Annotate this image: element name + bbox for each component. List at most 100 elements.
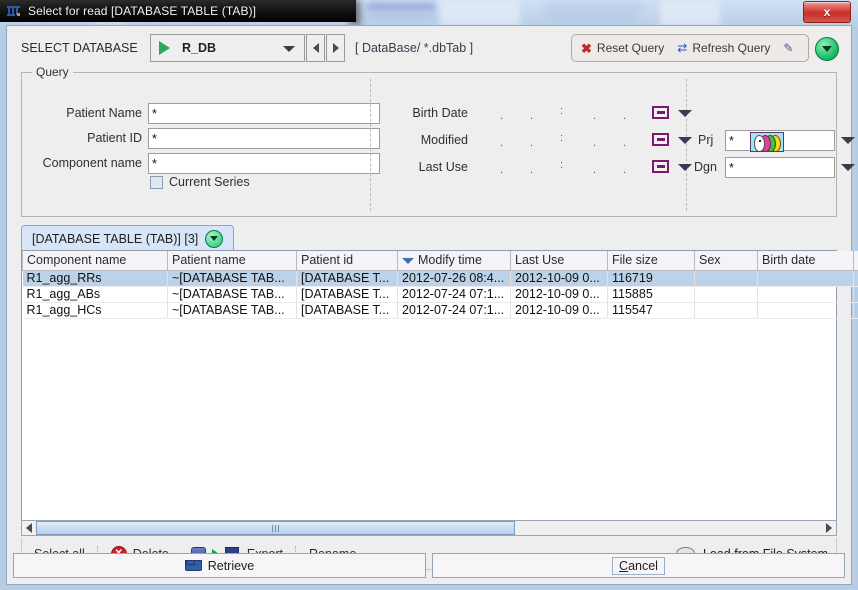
date-sep: .	[593, 110, 597, 122]
select-database-label: SELECT DATABASE	[21, 41, 138, 55]
query-menu-button[interactable]	[815, 37, 839, 61]
date-picker-icon[interactable]	[652, 160, 669, 173]
face-shape	[754, 135, 765, 151]
sort-descending-icon	[402, 257, 414, 264]
chevron-down-icon[interactable]	[841, 137, 855, 144]
date-sep: :	[560, 105, 564, 117]
query-group-title: Query	[32, 65, 73, 79]
checkbox-box-icon	[150, 175, 163, 189]
scrollbar-thumb[interactable]	[36, 521, 516, 535]
grid-head: Component name Patient name Patient id M…	[22, 251, 858, 271]
modified-row: Modified . . : . .	[378, 130, 692, 152]
scrollbar-track[interactable]	[36, 521, 822, 535]
chevron-down-icon[interactable]	[678, 137, 692, 144]
tab-strip: [DATABASE TABLE (TAB)] [3]	[21, 225, 837, 251]
header-label: File size	[612, 253, 658, 268]
cell-sex	[694, 270, 758, 287]
chevron-down-icon[interactable]	[678, 164, 692, 171]
table-row[interactable]: R1_agg_HCs ~[DATABASE TAB... [DATABASE T…	[22, 302, 858, 319]
date-sep: .	[593, 164, 597, 176]
last-use-row: Last Use . . : . .	[378, 157, 692, 179]
refresh-icon: ⇄	[677, 41, 688, 55]
date-picker-icon[interactable]	[652, 106, 669, 119]
cell-sex	[694, 302, 758, 319]
cell-size: 0.0	[853, 302, 858, 319]
table-row[interactable]: R1_agg_ABs ~[DATABASE TAB... [DATABASE T…	[22, 286, 858, 303]
column-header-modify-time[interactable]: Modify time	[397, 251, 511, 271]
green-dropdown-icon[interactable]	[205, 229, 224, 248]
cell-patient-id: [DATABASE T...	[296, 270, 398, 287]
play-icon	[159, 41, 170, 55]
column-header-patient-id[interactable]: Patient id	[296, 251, 398, 271]
grid-body: R1_agg_RRs ~[DATABASE TAB... [DATABASE T…	[22, 270, 858, 319]
table-row[interactable]: R1_agg_RRs ~[DATABASE TAB... [DATABASE T…	[22, 270, 858, 287]
database-combobox[interactable]: R_DB	[150, 34, 305, 62]
cell-component-name: R1_agg_RRs	[22, 270, 168, 287]
dgn-input[interactable]	[725, 157, 835, 178]
cell-component-name: R1_agg_HCs	[22, 302, 168, 319]
database-path-text: [ DataBase/ *.dbTab ]	[355, 41, 474, 55]
cell-birth-date	[757, 286, 854, 303]
column-header-last-use[interactable]: Last Use	[510, 251, 608, 271]
color-faces-icon[interactable]	[750, 132, 784, 152]
cancel-button[interactable]: Cancel	[432, 553, 845, 578]
component-name-input[interactable]	[148, 153, 380, 174]
close-button[interactable]: x	[803, 1, 851, 23]
refresh-query-button[interactable]: ⇄ Refresh Query	[677, 41, 770, 55]
dialog-panel: SELECT DATABASE R_DB [ DataBase/ *.dbTab…	[6, 25, 858, 585]
patient-name-label: Patient Name	[66, 106, 142, 120]
cell-last-use: 2012-10-09 0...	[510, 270, 608, 287]
date-picker-icon[interactable]	[652, 133, 669, 146]
cell-size: 0.0	[853, 270, 858, 287]
chevron-down-icon[interactable]	[678, 110, 692, 117]
current-series-checkbox[interactable]: Current Series	[150, 175, 250, 189]
cell-file-size: 115885	[607, 286, 695, 303]
app-glyph-icon	[6, 4, 22, 18]
retrieve-button[interactable]: Retrieve	[13, 553, 426, 578]
query-divider-1	[370, 79, 371, 211]
x-icon: ✖	[581, 40, 592, 56]
results-grid: Component name Patient name Patient id M…	[22, 251, 858, 319]
patient-id-label: Patient ID	[87, 131, 142, 145]
results-table[interactable]: Component name Patient name Patient id M…	[21, 250, 858, 536]
close-icon: x	[823, 5, 831, 19]
date-sep: .	[530, 164, 534, 176]
next-database-button[interactable]	[326, 34, 345, 62]
cell-patient-id: [DATABASE T...	[296, 302, 398, 319]
scroll-left-icon[interactable]	[22, 521, 36, 535]
date-sep: .	[623, 137, 627, 149]
horizontal-scrollbar[interactable]	[21, 520, 837, 536]
tab-database-table[interactable]: [DATABASE TABLE (TAB)] [3]	[21, 225, 235, 251]
query-actions-toolbar: ✖ Reset Query ⇄ Refresh Query ✎	[571, 34, 809, 62]
scroll-right-icon[interactable]	[822, 521, 836, 535]
column-header-component-name[interactable]: Component name	[22, 251, 168, 271]
header-label: Patient name	[172, 253, 246, 268]
column-header-sex[interactable]: Sex	[694, 251, 758, 271]
previous-database-button[interactable]	[306, 34, 325, 62]
query-divider-2	[686, 79, 687, 211]
cell-patient-id: [DATABASE T...	[296, 286, 398, 303]
cell-birth-date	[757, 302, 854, 319]
date-sep: .	[500, 137, 504, 149]
database-value: R_DB	[182, 41, 217, 55]
header-row: Component name Patient name Patient id M…	[22, 251, 858, 271]
date-sep: .	[530, 110, 534, 122]
pen-icon[interactable]: ✎	[783, 41, 793, 55]
cell-file-size: 115547	[607, 302, 695, 319]
column-header-file-size[interactable]: File size	[607, 251, 695, 271]
column-header-birth-date[interactable]: Birth date	[757, 251, 854, 271]
chevron-down-icon[interactable]	[841, 164, 855, 171]
column-header-size[interactable]: Size	[853, 251, 858, 271]
green-dropdown-icon	[822, 46, 832, 52]
patient-name-input[interactable]	[148, 103, 380, 124]
date-sep: :	[560, 159, 564, 171]
header-label: Sex	[699, 253, 721, 268]
retrieve-label: Retrieve	[207, 558, 255, 573]
patient-id-input[interactable]	[148, 128, 380, 149]
cell-last-use: 2012-10-09 0...	[510, 286, 608, 303]
reset-query-button[interactable]: ✖ Reset Query	[581, 41, 664, 55]
component-name-label: Component name	[42, 156, 142, 170]
column-header-patient-name[interactable]: Patient name	[167, 251, 297, 271]
backdrop-blob	[545, 14, 635, 19]
date-sep: .	[623, 164, 627, 176]
